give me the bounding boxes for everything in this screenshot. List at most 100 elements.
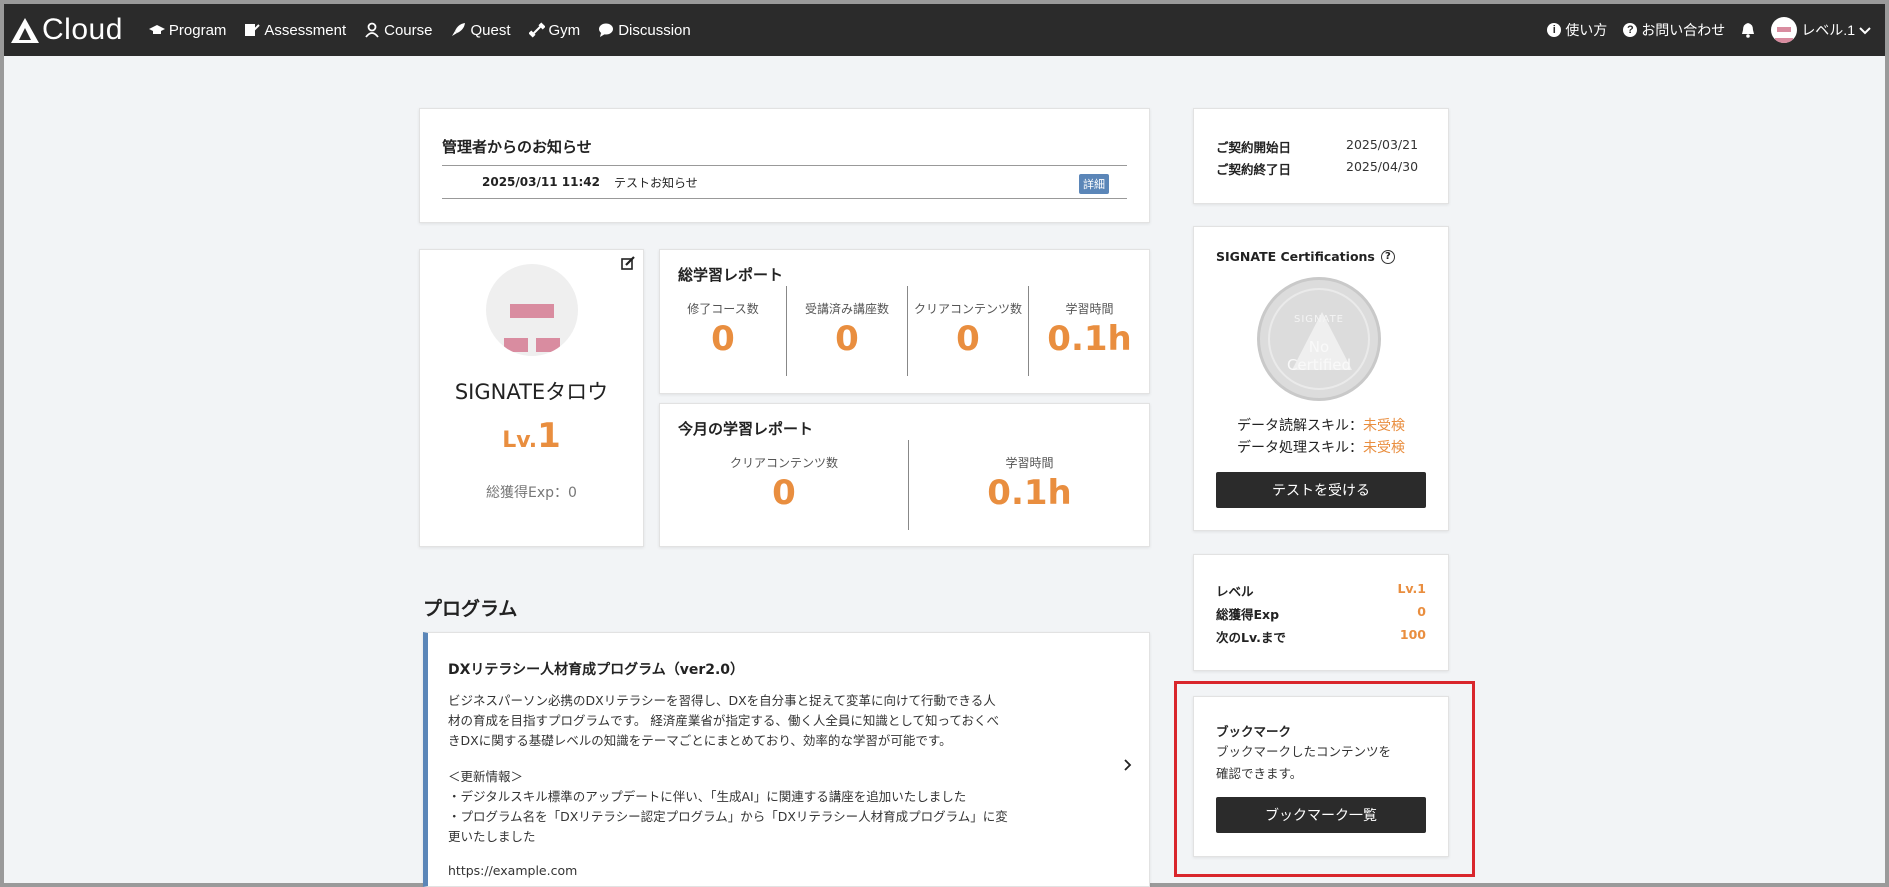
skill-reading-status: 未受検 bbox=[1363, 418, 1405, 434]
stat-completed-courses: 修了コース数 0 bbox=[660, 286, 786, 376]
help-label: 使い方 bbox=[1565, 22, 1608, 38]
question-circle-icon[interactable]: ? bbox=[1380, 249, 1395, 264]
total-report-title: 総学習レポート bbox=[678, 266, 784, 284]
certifications-title: SIGNATE Certifications ? bbox=[1216, 249, 1395, 264]
chevron-right-icon[interactable] bbox=[1121, 759, 1133, 771]
contract-end-value: 2025/04/30 bbox=[1346, 159, 1419, 174]
contract-start-label: ご契約開始日 bbox=[1216, 140, 1292, 155]
notice-text: テストお知らせ bbox=[613, 175, 698, 190]
logo-text: Cloud bbox=[42, 13, 123, 46]
highlight-box bbox=[1174, 681, 1475, 877]
profile-avatar bbox=[486, 264, 578, 356]
certification-badge: SIGNATE No Certified bbox=[1257, 277, 1381, 401]
level-row: レベル Lv.1 bbox=[1216, 581, 1426, 600]
program-update-heading: ＜更新情報＞ bbox=[448, 769, 524, 784]
stat-value: 0 bbox=[956, 319, 980, 359]
stat-value: 0 bbox=[772, 473, 796, 513]
nav-quest-label: Quest bbox=[470, 21, 511, 39]
help-link[interactable]: i 使い方 bbox=[1547, 20, 1607, 40]
nav-course-label: Course bbox=[384, 21, 433, 39]
exp-label: 総獲得Exp bbox=[1216, 607, 1280, 622]
next-level-label: 次のLv.まで bbox=[1216, 630, 1286, 645]
stat-value: 0 bbox=[711, 319, 735, 359]
monthly-stat-cleared-contents: クリアコンテンツ数 0 bbox=[660, 440, 908, 530]
profile-level-prefix: Lv. bbox=[502, 428, 538, 453]
stat-label: クリアコンテンツ数 bbox=[729, 456, 838, 470]
info-icon: i bbox=[1547, 23, 1562, 37]
program-update-item: ・デジタルスキル標準のアップデートに伴い、「生成AI」に関連する講座を追加いたし… bbox=[448, 789, 967, 804]
graduation-cap-icon bbox=[148, 25, 165, 34]
profile-level: Lv.1 bbox=[420, 416, 643, 456]
total-report-card: 総学習レポート 修了コース数 0 受講済み講座数 0 クリアコンテンツ数 0 学… bbox=[659, 249, 1150, 394]
level-value: Lv.1 bbox=[1397, 581, 1426, 596]
program-url[interactable]: https://example.com bbox=[448, 863, 577, 878]
header-right: i 使い方 ? お問い合わせ レベル.1 bbox=[1547, 4, 1871, 56]
contract-card: ご契約開始日 2025/03/21 ご契約終了日 2025/04/30 bbox=[1193, 108, 1449, 204]
speech-bubble-icon bbox=[599, 23, 614, 37]
stat-cleared-contents: クリアコンテンツ数 0 bbox=[908, 286, 1028, 376]
nav-program-label: Program bbox=[168, 21, 227, 39]
user-menu-label: レベル.1 bbox=[1801, 22, 1855, 38]
nav-discussion[interactable]: Discussion bbox=[598, 22, 691, 39]
nav-assessment[interactable]: Assessment bbox=[244, 22, 346, 39]
profile-name: SIGNATEタロウ bbox=[454, 380, 609, 404]
notice-date: 2025/03/11 11:42 bbox=[482, 175, 600, 189]
monthly-stat-study-time: 学習時間 0.1h bbox=[909, 440, 1150, 530]
skill-reading-label: データ読解スキル： bbox=[1237, 418, 1363, 434]
profile-card: SIGNATEタロウ Lv.1 総獲得Exp：0 bbox=[419, 249, 644, 547]
skill-processing-row: データ処理スキル：未受検 bbox=[1194, 437, 1448, 457]
badge-line-2: Certified bbox=[1286, 356, 1352, 374]
contact-link[interactable]: ? お問い合わせ bbox=[1623, 20, 1725, 40]
nav-gym-label: Gym bbox=[548, 21, 581, 39]
contact-label: お問い合わせ bbox=[1641, 22, 1726, 38]
edit-profile-icon[interactable] bbox=[621, 256, 635, 270]
exp-row: 総獲得Exp 0 bbox=[1216, 604, 1426, 623]
monthly-report-title: 今月の学習レポート bbox=[678, 420, 814, 438]
user-menu[interactable]: レベル.1 bbox=[1771, 17, 1871, 43]
contract-start-value: 2025/03/21 bbox=[1346, 137, 1419, 152]
question-icon: ? bbox=[1623, 23, 1638, 37]
certifications-card: SIGNATE Certifications ? SIGNATE No Cert… bbox=[1193, 226, 1449, 531]
bell-icon[interactable] bbox=[1741, 22, 1755, 38]
program-update-item: ・プログラム名を「DXリテラシー認定プログラム」から「DXリテラシー人材育成プロ… bbox=[448, 809, 1008, 844]
profile-exp: 総獲得Exp：0 bbox=[486, 485, 577, 501]
certifications-title-text: SIGNATE Certifications bbox=[1216, 249, 1375, 264]
profile-level-number: 1 bbox=[537, 416, 561, 456]
stat-label: 受講済み講座数 bbox=[804, 302, 889, 316]
next-level-value: 100 bbox=[1399, 627, 1426, 642]
program-card[interactable]: DXリテラシー人材育成プログラム（ver2.0） ビジネスパーソン必携のDXリテ… bbox=[423, 632, 1150, 887]
skill-processing-status: 未受検 bbox=[1363, 440, 1405, 456]
nav-gym[interactable]: Gym bbox=[528, 21, 581, 39]
badge-status: No Certified bbox=[1270, 338, 1368, 374]
stat-value: 0.1h bbox=[1047, 319, 1132, 359]
notice-row[interactable]: 2025/03/11 11:42 テストお知らせ 詳細 bbox=[442, 165, 1127, 199]
stat-study-time: 学習時間 0.1h bbox=[1029, 286, 1150, 376]
user-tie-icon bbox=[365, 22, 379, 38]
nav-program[interactable]: Program bbox=[148, 21, 227, 39]
avatar bbox=[1771, 17, 1798, 43]
program-updates: ＜更新情報＞ ・デジタルスキル標準のアップデートに伴い、「生成AI」に関連する講… bbox=[448, 767, 1008, 847]
notice-card: 管理者からのお知らせ 2025/03/11 11:42 テストお知らせ 詳細 bbox=[419, 108, 1150, 223]
nav-quest[interactable]: Quest bbox=[450, 21, 511, 39]
badge-brand: SIGNATE bbox=[1293, 314, 1345, 325]
take-test-button[interactable]: テストを受ける bbox=[1216, 472, 1426, 508]
program-section-title: プログラム bbox=[423, 598, 518, 620]
contract-end-label: ご契約終了日 bbox=[1216, 162, 1292, 177]
stat-label: 学習時間 bbox=[1005, 456, 1054, 470]
chevron-down-icon bbox=[1859, 27, 1871, 35]
stat-label: 学習時間 bbox=[1065, 302, 1114, 316]
logo[interactable]: Cloud bbox=[10, 4, 123, 56]
program-title: DXリテラシー人材育成プログラム（ver2.0） bbox=[448, 662, 745, 678]
program-description: ビジネスパーソン必携のDXリテラシーを習得し、DXを自分事と捉えて変革に向けて行… bbox=[448, 693, 999, 748]
nav-course[interactable]: Course bbox=[364, 22, 432, 39]
logo-mark-icon bbox=[11, 18, 39, 43]
rocket-icon bbox=[452, 23, 466, 36]
stat-taken-lectures: 受講済み講座数 0 bbox=[787, 286, 907, 376]
notice-title: 管理者からのお知らせ bbox=[442, 138, 592, 156]
notice-detail-button[interactable]: 詳細 bbox=[1079, 174, 1109, 194]
level-card: レベル Lv.1 総獲得Exp 0 次のLv.まで 100 bbox=[1193, 554, 1449, 671]
nav-assessment-label: Assessment bbox=[264, 21, 347, 39]
stat-value: 0 bbox=[835, 319, 859, 359]
skill-reading-row: データ読解スキル：未受検 bbox=[1194, 415, 1448, 435]
exp-value: 0 bbox=[1417, 604, 1426, 619]
